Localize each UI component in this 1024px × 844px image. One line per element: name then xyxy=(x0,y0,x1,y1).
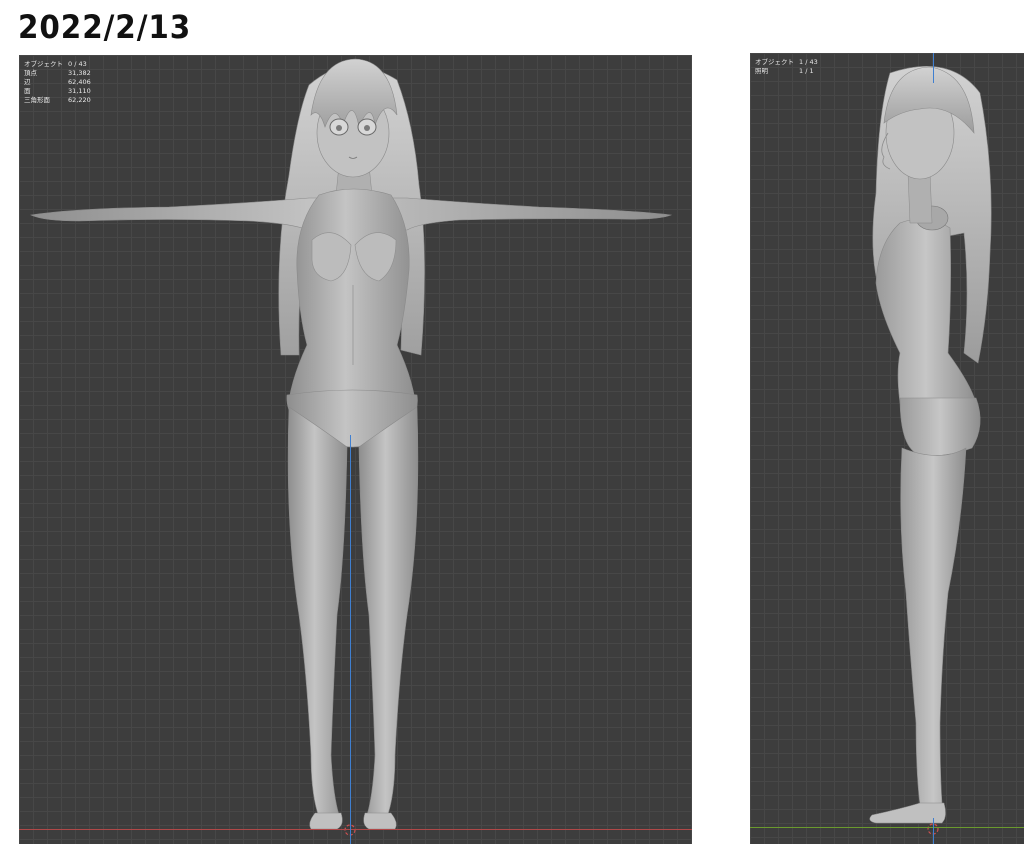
stat-label: 三角形面 xyxy=(24,96,50,104)
torso-side xyxy=(875,218,977,404)
side-viewport[interactable]: オブジェクト 1 / 43 照明 1 / 1 xyxy=(750,53,1024,844)
left-pupil xyxy=(336,125,342,131)
stat-row-edges: 辺 62,406 xyxy=(24,78,91,87)
right-leg xyxy=(358,406,419,818)
y-axis-line xyxy=(750,827,1024,828)
stat-value: 62,220 xyxy=(68,96,91,104)
leg-side xyxy=(900,447,967,806)
z-axis-line-bottom xyxy=(933,818,934,844)
foot-side xyxy=(869,802,946,824)
right-pupil xyxy=(364,125,370,131)
stat-label: 頂点 xyxy=(24,69,37,77)
stat-row-faces: 面 31,110 xyxy=(24,87,91,96)
stat-value: 1 / 1 xyxy=(799,67,814,75)
stat-value: 62,406 xyxy=(68,78,91,86)
side-scene-statistics: オブジェクト 1 / 43 照明 1 / 1 xyxy=(755,58,818,76)
stat-value: 31,382 xyxy=(68,69,91,77)
x-axis-line xyxy=(19,829,692,830)
z-axis-line xyxy=(933,53,934,83)
right-foot xyxy=(363,812,397,830)
stat-label: 面 xyxy=(24,87,31,95)
left-foot xyxy=(309,812,343,830)
date-title: 2022/2/13 xyxy=(18,8,192,46)
stat-row-triangles: 三角形面 62,220 xyxy=(24,96,91,105)
left-leg xyxy=(287,406,348,818)
front-viewport[interactable]: オブジェクト 0 / 43 頂点 31,382 辺 62,406 面 31,11… xyxy=(19,55,692,844)
stat-row-vertices: 頂点 31,382 xyxy=(24,69,91,78)
stat-label: オブジェクト xyxy=(24,60,63,68)
stat-label: 照明 xyxy=(755,67,768,75)
front-scene-statistics: オブジェクト 0 / 43 頂点 31,382 辺 62,406 面 31,11… xyxy=(24,60,91,105)
stat-row-objects: オブジェクト 1 / 43 xyxy=(755,58,818,67)
character-model-side[interactable] xyxy=(750,53,1024,844)
hip-side xyxy=(899,397,981,456)
stat-row-objects: オブジェクト 0 / 43 xyxy=(24,60,91,69)
stat-value: 1 / 43 xyxy=(799,58,818,66)
stat-label: 辺 xyxy=(24,78,31,86)
stat-label: オブジェクト xyxy=(755,58,794,66)
torso xyxy=(288,188,416,401)
stat-row-lights: 照明 1 / 1 xyxy=(755,67,818,76)
character-model-front[interactable] xyxy=(19,55,692,844)
z-axis-line xyxy=(350,435,351,844)
stat-value: 0 / 43 xyxy=(68,60,87,68)
stat-value: 31,110 xyxy=(68,87,91,95)
